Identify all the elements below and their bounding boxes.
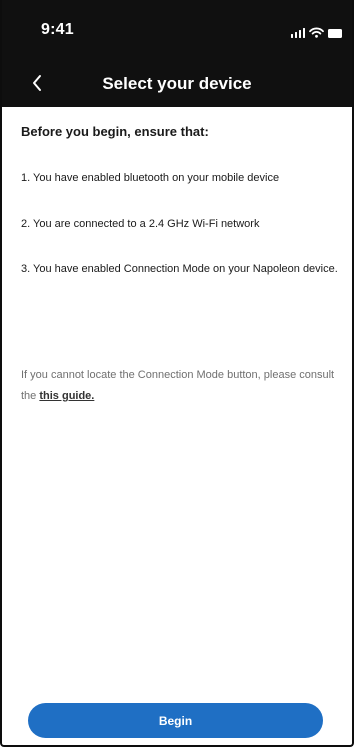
help-text: If you cannot locate the Connection Mode… bbox=[21, 365, 338, 407]
begin-button[interactable]: Begin bbox=[28, 703, 323, 738]
status-icons bbox=[290, 24, 342, 38]
wifi-icon bbox=[309, 27, 324, 38]
requirement-item: 3. You have enabled Connection Mode on y… bbox=[21, 263, 338, 275]
phone-screen: 9:41 Select your device Before you begin… bbox=[0, 0, 354, 747]
requirement-item: 2. You are connected to a 2.4 GHz Wi-Fi … bbox=[21, 218, 260, 230]
guide-link[interactable]: this guide. bbox=[39, 390, 94, 402]
signal-icon bbox=[290, 27, 305, 38]
requirement-item: 1. You have enabled bluetooth on your mo… bbox=[21, 172, 280, 184]
page-title: Select your device bbox=[102, 74, 252, 93]
nav-bar: Select your device bbox=[2, 64, 352, 107]
status-time: 9:41 bbox=[41, 21, 74, 38]
status-bar: 9:41 bbox=[2, 0, 352, 64]
battery-icon bbox=[328, 29, 342, 38]
instructions-heading: Before you begin, ensure that: bbox=[21, 124, 209, 139]
